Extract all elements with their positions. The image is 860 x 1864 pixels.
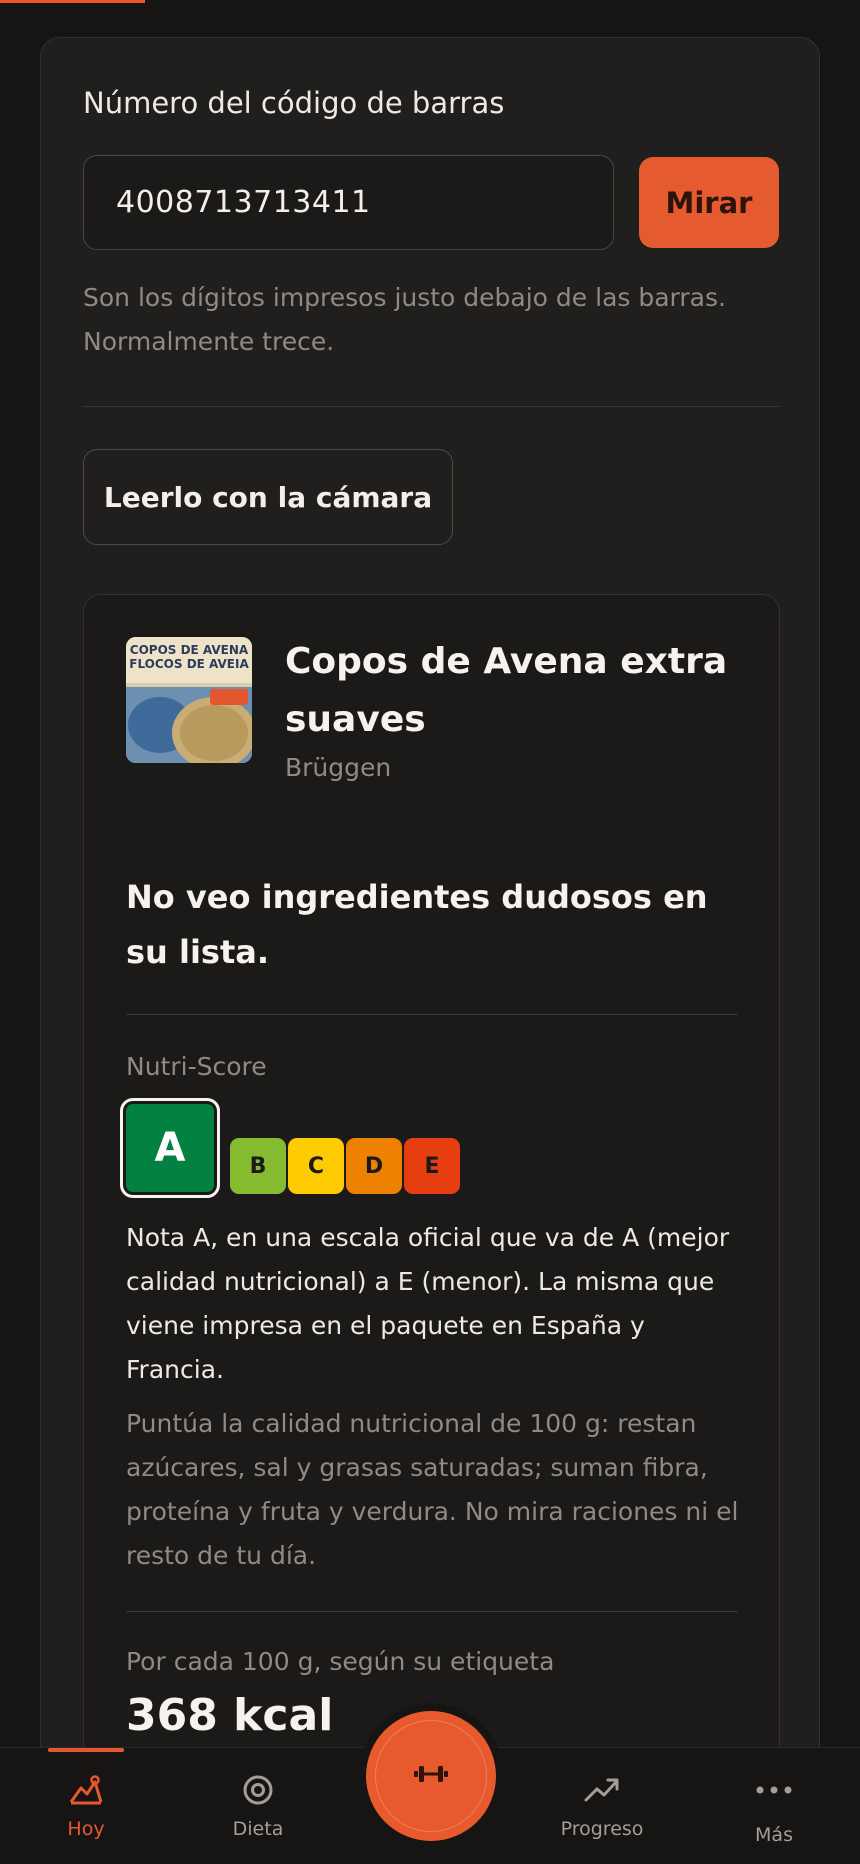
tab-label: Hoy <box>67 1818 105 1840</box>
divider <box>126 1611 738 1612</box>
nutriscore-grade-d: D <box>346 1138 402 1194</box>
active-tab-indicator <box>48 1748 124 1752</box>
divider <box>83 406 780 407</box>
look-up-button[interactable]: Mirar <box>639 157 779 248</box>
nutriscore-explanation: Puntúa la calidad nutricional de 100 g: … <box>126 1409 739 1570</box>
divider <box>126 1014 738 1015</box>
nutriscore-grade-e: E <box>404 1138 460 1194</box>
tab-label: Progreso <box>560 1818 644 1840</box>
product-package-image: COPOS DE AVENA FLOCOS DE AVEIA <box>126 637 252 763</box>
nutriscore-grade-b: B <box>230 1138 286 1194</box>
scan-camera-button[interactable]: Leerlo con la cámara <box>83 449 453 545</box>
ingredients-note: No veo ingredientes dudosos en su lista. <box>126 878 708 971</box>
trend-up-icon <box>584 1772 620 1808</box>
nutriscore-grade-a: A <box>120 1098 220 1198</box>
nutriscore-grade-c: C <box>288 1138 344 1194</box>
tab-label: Dieta <box>232 1818 284 1840</box>
fab-ring <box>375 1720 487 1832</box>
product-brand: Brüggen <box>285 753 392 782</box>
top-progress-bar <box>0 0 145 3</box>
more-dots-icon <box>755 1772 793 1808</box>
barcode-card: Número del código de barras Mirar Son lo… <box>40 37 820 1864</box>
tab-hoy[interactable]: Hoy <box>21 1748 151 1864</box>
nutriscore-label: Nutri-Score <box>126 1052 267 1081</box>
product-image: COPOS DE AVENA FLOCOS DE AVEIA <box>126 637 252 763</box>
per-100g-label: Por cada 100 g, según su etiqueta <box>126 1647 555 1676</box>
target-icon <box>242 1772 274 1808</box>
barcode-hint: Son los dígitos impresos justo debajo de… <box>83 283 726 356</box>
tab-dieta[interactable]: Dieta <box>193 1748 323 1864</box>
kcal-value: 368 kcal <box>126 1690 334 1741</box>
tab-progreso[interactable]: Progreso <box>537 1748 667 1864</box>
barcode-input[interactable] <box>83 155 614 250</box>
tab-label: Más <box>755 1824 793 1846</box>
svg-text:FLOCOS DE AVEIA: FLOCOS DE AVEIA <box>129 657 249 671</box>
svg-text:COPOS DE AVENA: COPOS DE AVENA <box>130 643 249 657</box>
product-name: Copos de Avena extra suaves <box>285 641 728 740</box>
nutriscore-description: Nota A, en una escala oficial que va de … <box>126 1223 730 1384</box>
barcode-field-label: Número del código de barras <box>83 86 505 120</box>
workout-fab-button[interactable] <box>366 1711 496 1841</box>
product-card: COPOS DE AVENA FLOCOS DE AVEIA Copos de … <box>83 594 780 1864</box>
mountain-chart-icon <box>69 1772 103 1808</box>
tab-mas[interactable]: Más <box>709 1748 839 1864</box>
